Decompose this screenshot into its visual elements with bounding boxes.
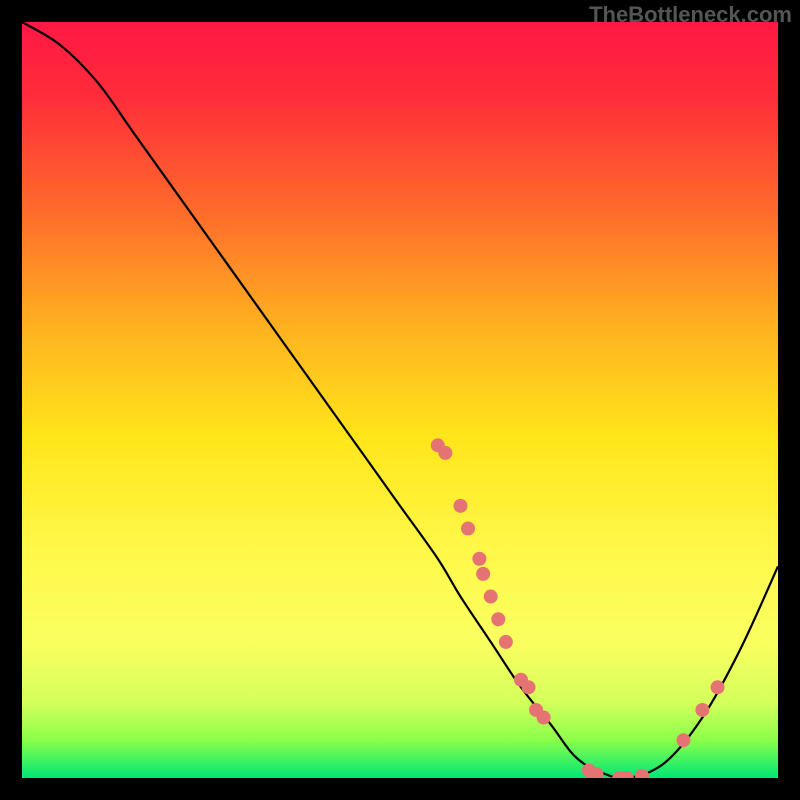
watermark-text: TheBottleneck.com [589, 2, 792, 28]
plot-area [22, 22, 778, 778]
gradient-background [22, 22, 778, 778]
